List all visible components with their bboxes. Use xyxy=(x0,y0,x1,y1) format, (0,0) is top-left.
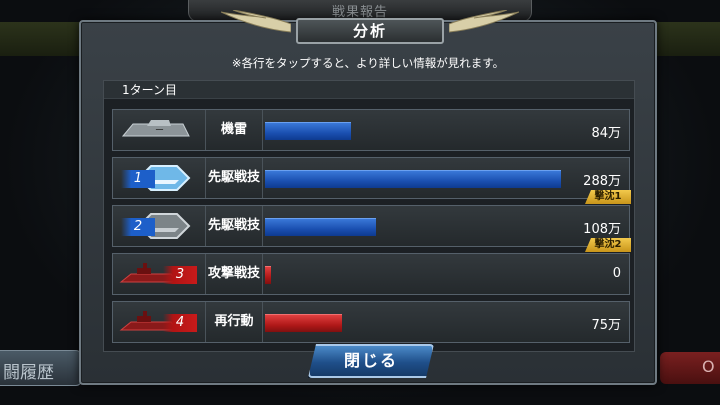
damage-bar-track xyxy=(265,314,565,332)
row-label: 機雷 xyxy=(205,110,263,150)
sink-badge: 撃沈1 xyxy=(585,190,631,204)
damage-bar xyxy=(265,266,271,284)
damage-bar xyxy=(265,218,376,236)
battle-history-label: 闘履歴 xyxy=(3,363,54,383)
damage-value: 0 xyxy=(612,266,621,281)
analysis-row[interactable]: 1 先駆戦技 288万 撃沈1 xyxy=(112,157,631,204)
row-label: 先駆戦技 xyxy=(205,206,263,246)
dialog-title: 分析 xyxy=(296,18,444,44)
analysis-list[interactable]: 1ターン目 ー 機雷 84万 1 先駆戦技 288万 撃沈1 2 先駆戦技 108万 撃沈2 3 攻撃戦… xyxy=(103,80,635,352)
damage-value: 288万 xyxy=(583,174,621,189)
row-label: 再行動 xyxy=(205,302,263,342)
red-ship-icon: 4 xyxy=(117,306,197,338)
battle-history-button[interactable]: 闘履歴 xyxy=(0,350,82,386)
wing-left-icon xyxy=(221,10,291,36)
analysis-row[interactable]: 3 攻撃戦技 0 xyxy=(112,253,630,295)
damage-value: 84万 xyxy=(591,126,621,141)
damage-bar xyxy=(265,122,351,140)
background-right-label: O xyxy=(702,357,715,376)
turn-header: 1ターン目 xyxy=(104,81,634,99)
dialog-notice: ※各行をタップすると、より詳しい情報が見れます。 xyxy=(231,56,505,70)
analysis-row[interactable]: 2 先駆戦技 108万 撃沈2 xyxy=(112,205,631,252)
wing-right-icon xyxy=(449,10,519,36)
svg-text:ー: ー xyxy=(155,126,164,136)
analysis-row[interactable]: ー 機雷 84万 xyxy=(112,109,630,151)
red-ship-icon: 3 xyxy=(117,258,197,290)
damage-bar xyxy=(265,314,342,332)
blue-ship-icon: 1 xyxy=(117,162,197,194)
damage-bar-track xyxy=(265,170,565,188)
game-screen: 戦果報告 闘履歴 O 分析 ※各行をタップすると、より詳しい情報が見れます。 1… xyxy=(0,0,720,405)
mine-ship-icon: ー xyxy=(117,114,197,146)
order-number: 2 xyxy=(121,218,155,236)
row-label: 先駆戦技 xyxy=(205,158,263,198)
damage-value: 75万 xyxy=(591,318,621,333)
damage-bar xyxy=(265,170,561,188)
order-number: 4 xyxy=(163,314,197,332)
damage-bar-track xyxy=(265,218,565,236)
close-button[interactable]: 閉じる xyxy=(308,344,434,378)
order-number: 1 xyxy=(121,170,155,188)
row-label: 攻撃戦技 xyxy=(205,254,263,294)
analysis-dialog: 分析 ※各行をタップすると、より詳しい情報が見れます。 1ターン目 ー 機雷 84万… xyxy=(79,10,657,385)
sink-badge: 撃沈2 xyxy=(585,238,631,252)
damage-bar-track xyxy=(265,266,565,284)
grey-ship-icon: 2 xyxy=(117,210,197,242)
damage-value: 108万 xyxy=(583,222,621,237)
background-right-button[interactable]: O xyxy=(660,352,720,384)
damage-bar-track xyxy=(265,122,565,140)
order-number: 3 xyxy=(163,266,197,284)
analysis-row[interactable]: 4 再行動 75万 xyxy=(112,301,630,343)
